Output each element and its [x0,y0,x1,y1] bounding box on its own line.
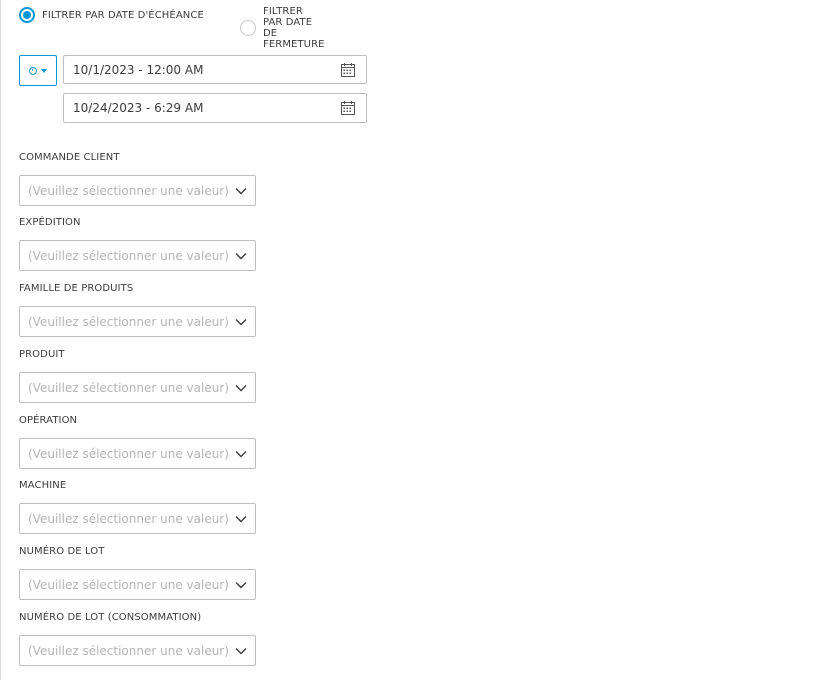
filter-by-due-date-radio[interactable]: FILTRER PAR DATE D'ÉCHÉANCE [19,7,204,23]
chevron-down-icon [235,252,247,259]
chevron-down-icon [235,450,247,457]
radio-unselected-indicator[interactable] [240,20,256,36]
filter-label: NUMÉRO DE LOT [19,546,105,557]
select-placeholder: (Veuillez sélectionner une valeur) [28,446,229,461]
end-date-input[interactable]: 10/24/2023 - 6:29 AM [63,93,367,123]
filter-label: MACHINE [19,480,67,491]
filter-by-due-date-label: FILTRER PAR DATE D'ÉCHÉANCE [42,9,204,21]
chevron-down-icon [235,318,247,325]
filter-label: OPÉRATION [19,415,78,426]
filter-group-product-family: FAMILLE DE PRODUITS (Veuillez sélectionn… [19,282,256,337]
chevron-down-icon [235,384,247,391]
filter-label: PRODUIT [19,349,65,360]
chevron-down-icon [235,647,247,654]
shipment-select[interactable]: (Veuillez sélectionner une valeur) [19,240,256,271]
select-placeholder: (Veuillez sélectionner une valeur) [28,183,229,198]
select-placeholder: (Veuillez sélectionner une valeur) [28,248,229,263]
chevron-down-icon [235,581,247,588]
filter-mode-group: FILTRER PAR DATE D'ÉCHÉANCE FILTRER PAR … [19,6,324,50]
machine-select[interactable]: (Veuillez sélectionner une valeur) [19,503,256,534]
product-select[interactable]: (Veuillez sélectionner une valeur) [19,372,256,403]
caret-down-icon [41,68,47,73]
filter-by-close-date-radio[interactable]: FILTRER PAR DATE DE FERMETURE [240,6,325,50]
filter-group-lot-number: NUMÉRO DE LOT (Veuillez sélectionner une… [19,545,256,600]
lot-number-select[interactable]: (Veuillez sélectionner une valeur) [19,569,256,600]
filter-group-operation: OPÉRATION (Veuillez sélectionner une val… [19,414,256,469]
clock-icon [29,66,37,75]
chevron-down-icon [235,187,247,194]
calendar-icon[interactable] [340,100,356,116]
filter-group-lot-number-consumption: NUMÉRO DE LOT (CONSOMMATION) (Veuillez s… [19,611,256,666]
filter-label: FAMILLE DE PRODUITS [19,283,134,294]
select-placeholder: (Veuillez sélectionner une valeur) [28,577,229,592]
panel-left-border [0,0,1,680]
filter-group-product: PRODUIT (Veuillez sélectionner une valeu… [19,348,256,403]
sales-order-select[interactable]: (Veuillez sélectionner une valeur) [19,175,256,206]
filter-group-shipment: EXPÉDITION (Veuillez sélectionner une va… [19,216,256,271]
lot-number-consumption-select[interactable]: (Veuillez sélectionner une valeur) [19,635,256,666]
radio-selected-indicator[interactable] [19,7,35,23]
start-date-input[interactable]: 10/1/2023 - 12:00 AM [63,55,367,84]
filter-label: NUMÉRO DE LOT (CONSOMMATION) [19,612,202,623]
calendar-icon[interactable] [340,62,356,78]
select-placeholder: (Veuillez sélectionner une valeur) [28,314,229,329]
filter-label: COMMANDE CLIENT [19,152,120,163]
filter-group-machine: MACHINE (Veuillez sélectionner une valeu… [19,479,256,534]
filter-by-close-date-label: FILTRER PAR DATE DE FERMETURE [263,6,325,50]
operation-select[interactable]: (Veuillez sélectionner une valeur) [19,438,256,469]
filter-group-sales-order: COMMANDE CLIENT (Veuillez sélectionner u… [19,151,256,206]
end-date-value: 10/24/2023 - 6:29 AM [73,101,204,115]
select-placeholder: (Veuillez sélectionner une valeur) [28,643,229,658]
product-family-select[interactable]: (Veuillez sélectionner une valeur) [19,306,256,337]
select-placeholder: (Veuillez sélectionner une valeur) [28,380,229,395]
start-date-value: 10/1/2023 - 12:00 AM [73,62,204,77]
select-placeholder: (Veuillez sélectionner une valeur) [28,511,229,526]
chevron-down-icon [235,515,247,522]
date-preset-dropdown-button[interactable] [19,55,57,86]
filter-label: EXPÉDITION [19,217,81,228]
